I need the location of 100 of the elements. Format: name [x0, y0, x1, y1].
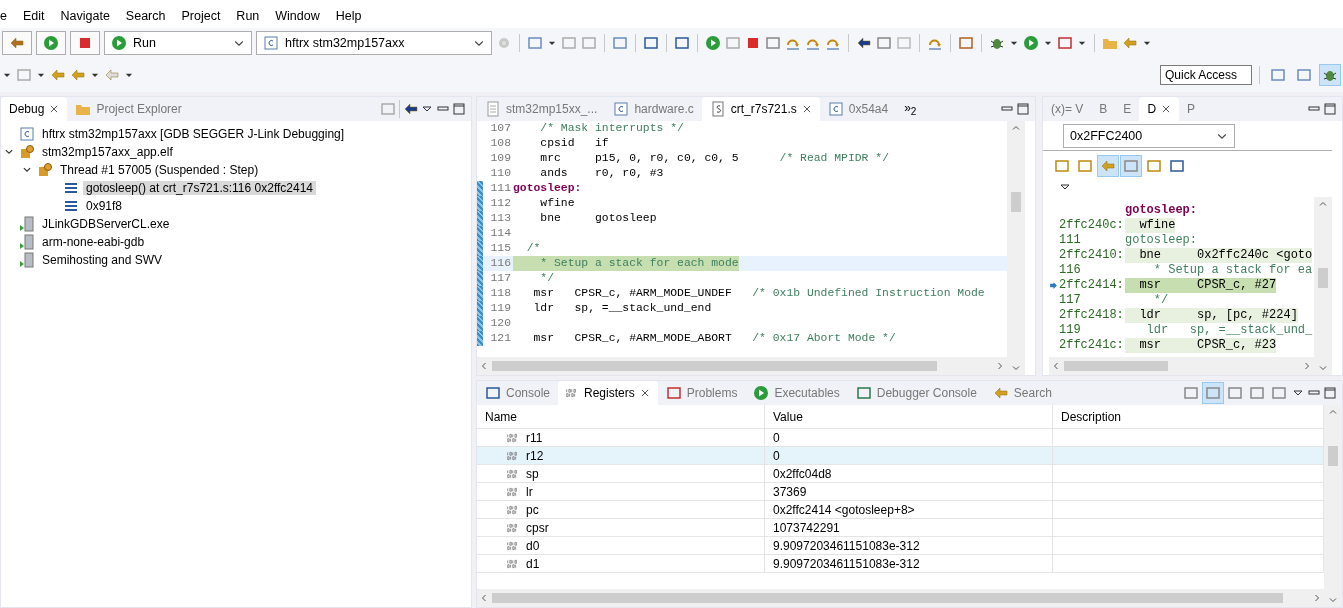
- debug-tree-item[interactable]: 0x91f8: [83, 199, 126, 213]
- debug-tree-item[interactable]: hftrx stm32mp157axx [GDB SEGGER J-Link Debugging]: [39, 127, 348, 141]
- menu-item[interactable]: Edit: [14, 9, 53, 23]
- build-button[interactable]: [2, 31, 32, 55]
- view-tab[interactable]: Console: [477, 381, 559, 405]
- editor-tab[interactable]: crt_r7s721.s: [701, 97, 820, 121]
- run-icon[interactable]: [43, 35, 59, 51]
- scroll-left-icon[interactable]: [1052, 362, 1060, 370]
- register-name-cell[interactable]: d0: [477, 537, 765, 555]
- close-icon[interactable]: [639, 388, 650, 398]
- register-name-cell[interactable]: pc: [477, 501, 765, 519]
- scrollbar-thumb[interactable]: [1328, 446, 1338, 466]
- vertical-scrollbar[interactable]: [1314, 197, 1332, 375]
- horizontal-scrollbar[interactable]: [477, 589, 1324, 607]
- c-file-icon: [827, 101, 844, 117]
- maximize-icon[interactable]: [1322, 385, 1338, 401]
- debug-tree-item[interactable]: gotosleep() at crt_r7s721.s:116 0x2ffc2414: [83, 181, 317, 195]
- scroll-up-icon[interactable]: [1329, 408, 1337, 416]
- maximize-icon[interactable]: [451, 101, 467, 117]
- maximize-icon[interactable]: [1322, 101, 1338, 117]
- view-tab[interactable]: P: [1179, 97, 1204, 121]
- scroll-right-icon[interactable]: [1303, 362, 1311, 370]
- scroll-down-icon[interactable]: [1319, 364, 1327, 372]
- view-tab[interactable]: Problems: [657, 381, 746, 405]
- run-icon[interactable]: [1023, 35, 1039, 51]
- close-icon[interactable]: [801, 104, 812, 114]
- code-line: 118 msr CPSR_c, #ARM_MODE_UNDEF /* 0x1b Undefined Instruction Mode: [477, 286, 1007, 301]
- close-icon[interactable]: [1161, 104, 1172, 114]
- scrollbar-thumb[interactable]: [492, 361, 938, 371]
- menu-item[interactable]: Search: [117, 9, 174, 23]
- register-name-cell[interactable]: r11: [477, 429, 765, 447]
- view-tab[interactable]: B: [1091, 97, 1116, 121]
- scrollbar-thumb[interactable]: [1011, 192, 1021, 212]
- view-tab[interactable]: Project Explorer: [67, 97, 190, 121]
- debug-tree-item[interactable]: Thread #1 57005 (Suspended : Step): [57, 163, 262, 177]
- close-icon[interactable]: [49, 104, 60, 114]
- code-line: 121 msr CPSR_c, #ARM_MODE_ABORT /* 0x17 Abort Mode */: [477, 331, 1007, 346]
- disassembly-line: gotosleep:: [1124, 203, 1198, 218]
- scrollbar-thumb[interactable]: [492, 593, 1283, 603]
- scrollbar-thumb[interactable]: [1318, 268, 1328, 288]
- scroll-left-icon[interactable]: [480, 362, 488, 370]
- run-mode-dropdown[interactable]: Run: [104, 31, 252, 55]
- menu-item[interactable]: Help: [327, 9, 370, 23]
- resume-icon[interactable]: [705, 35, 721, 51]
- register-name-cell[interactable]: r12: [477, 447, 765, 465]
- more-tabs-button[interactable]: »$_{2}$: [896, 97, 925, 121]
- current-line-arrow-icon: [1049, 281, 1058, 290]
- debug-tree-item[interactable]: JLinkGDBServerCL.exe: [39, 217, 173, 231]
- view-tab[interactable]: Registers: [558, 381, 658, 405]
- disassembly-line: 2ffc241c: msr CPSR_c, #23: [1058, 338, 1278, 353]
- scroll-up-icon[interactable]: [1012, 124, 1020, 132]
- maximize-icon[interactable]: [1015, 101, 1031, 117]
- menu-item[interactable]: Run: [228, 9, 268, 23]
- view-tab[interactable]: Debugger Console: [847, 381, 985, 405]
- menu-item[interactable]: e: [0, 9, 15, 23]
- quick-access-field[interactable]: Quick Access: [1160, 65, 1252, 85]
- register-value-cell: 0: [765, 429, 1053, 447]
- menu-item[interactable]: Navigate: [52, 9, 118, 23]
- scroll-down-icon[interactable]: [1012, 364, 1020, 372]
- debug-tree-item[interactable]: arm-none-eabi-gdb: [39, 235, 148, 249]
- scroll-down-icon[interactable]: [1329, 596, 1337, 604]
- register-name-cell[interactable]: d1: [477, 555, 765, 573]
- view-tab[interactable]: E: [1115, 97, 1140, 121]
- register-name-cell[interactable]: cpsr: [477, 519, 765, 537]
- editor-tab[interactable]: 0x54a4: [819, 97, 897, 121]
- register-value-cell: 9.9097203461151083e-312: [765, 537, 1053, 555]
- horizontal-scrollbar[interactable]: [477, 357, 1007, 375]
- code-line: 117 */: [477, 271, 1007, 286]
- launch-button[interactable]: [36, 31, 66, 55]
- debug-tree-item[interactable]: Semihosting and SWV: [39, 253, 166, 267]
- register-name-cell[interactable]: sp: [477, 465, 765, 483]
- vertical-scrollbar[interactable]: [1007, 121, 1025, 375]
- scroll-up-icon[interactable]: [1319, 200, 1327, 208]
- scroll-right-icon[interactable]: [996, 362, 1004, 370]
- stop-icon[interactable]: [77, 35, 93, 51]
- scrollbar-thumb[interactable]: [1064, 361, 1168, 371]
- menu-item[interactable]: Project: [173, 9, 229, 23]
- debug-tree-item[interactable]: stm32mp157axx_app.elf: [39, 145, 176, 159]
- disassembly-line: 117 */: [1058, 293, 1170, 308]
- disassembly-line: 2ffc2410: bne 0x2ffc240c <goto: [1058, 248, 1314, 263]
- view-tab[interactable]: Executables: [745, 381, 848, 405]
- editor-tab[interactable]: hardware.c: [605, 97, 702, 121]
- view-tab[interactable]: Search: [984, 381, 1060, 405]
- stop-button[interactable]: [70, 31, 100, 55]
- stop-icon[interactable]: [745, 35, 761, 51]
- menu-item[interactable]: Window: [267, 9, 328, 23]
- editor-tab[interactable]: stm32mp15xx_...: [477, 97, 606, 121]
- launch-target-dropdown[interactable]: hftrx stm32mp157axx: [256, 31, 492, 55]
- address-dropdown[interactable]: 0x2FFC2400: [1063, 123, 1235, 148]
- horizontal-scrollbar[interactable]: [1049, 357, 1314, 375]
- process-icon: [19, 144, 35, 160]
- code-line: 115 /*: [477, 241, 1007, 256]
- view-tab[interactable]: D: [1139, 97, 1180, 121]
- view-tab[interactable]: (x)= V: [1043, 97, 1092, 121]
- scroll-left-icon[interactable]: [480, 594, 488, 602]
- register-name-cell[interactable]: lr: [477, 483, 765, 501]
- scroll-right-icon[interactable]: [1313, 594, 1321, 602]
- vertical-scrollbar[interactable]: [1324, 405, 1342, 607]
- binary-icon: [507, 486, 520, 497]
- view-tab[interactable]: Debug: [1, 97, 68, 121]
